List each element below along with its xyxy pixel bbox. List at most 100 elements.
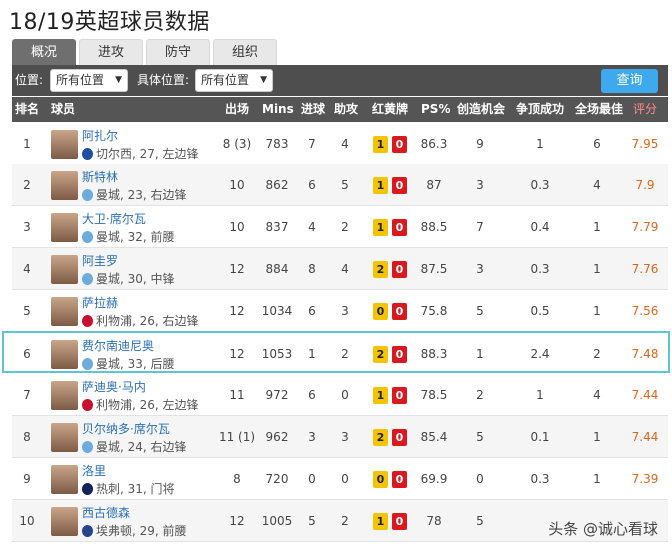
table-row[interactable]: 7 萨迪奥·马内 利物浦, 26, 左边锋 11 972 6 0 1 0 78.5 2 1 4 7.44 xyxy=(12,374,668,416)
player-name[interactable]: 洛里 xyxy=(82,462,106,479)
player-name[interactable]: 萨迪奥·马内 xyxy=(82,378,146,395)
goals-cell: 5 xyxy=(308,514,316,528)
table-row[interactable]: 4 阿圭罗 曼城, 30, 中锋 12 884 8 4 2 0 87.5 3 0.3 1 7.76 xyxy=(12,248,668,290)
detail-position-select[interactable]: 所有位置 ▼ xyxy=(195,69,273,92)
goals-cell: 1 xyxy=(308,347,316,361)
player-avatar[interactable] xyxy=(51,213,78,242)
motm-cell: 4 xyxy=(593,178,601,192)
motm-cell: 4 xyxy=(593,388,601,402)
club-crest-icon xyxy=(82,148,93,160)
rank-cell: 6 xyxy=(23,347,31,361)
table-row[interactable]: 8 贝尔纳多·席尔瓦 曼城, 24, 右边锋 11 (1) 962 3 3 2 0 85.4 5 0.… xyxy=(12,416,668,458)
header-mins[interactable]: Mins xyxy=(262,97,294,122)
header-aerials[interactable]: 争顶成功 xyxy=(516,97,564,122)
header-player[interactable]: 球员 xyxy=(51,97,75,122)
player-avatar[interactable] xyxy=(51,171,78,200)
assists-cell: 0 xyxy=(341,472,349,486)
chances-cell: 0 xyxy=(476,472,484,486)
player-name[interactable]: 西古德森 xyxy=(82,504,130,521)
player-avatar[interactable] xyxy=(51,255,78,284)
header-rating[interactable]: 评分 xyxy=(633,97,657,122)
player-avatar[interactable] xyxy=(51,423,78,452)
table-row[interactable]: 1 阿扎尔 切尔西, 27, 左边锋 8 (3) 783 7 4 1 0 86.3 9 1 6 7.95 xyxy=(12,123,668,165)
yellow-card-count: 2 xyxy=(373,261,388,278)
goals-cell: 6 xyxy=(308,178,316,192)
ps-cell: 86.3 xyxy=(420,137,448,151)
table-row[interactable]: 2 斯特林 曼城, 23, 右边锋 10 862 6 5 1 0 87 3 0.3 4 7.9 xyxy=(12,164,668,206)
ps-cell: 87.5 xyxy=(420,262,448,276)
aerials-cell: 0.1 xyxy=(530,430,550,444)
header-motm[interactable]: 全场最佳 xyxy=(575,97,623,122)
motm-cell: 1 xyxy=(593,220,601,234)
yellow-card-count: 1 xyxy=(373,177,388,194)
red-card-count: 0 xyxy=(392,136,407,153)
player-name[interactable]: 阿圭罗 xyxy=(82,252,118,269)
yellow-card-count: 0 xyxy=(373,471,388,488)
watermark: 头条 @诚心看球 xyxy=(548,520,658,538)
club-crest-icon xyxy=(82,315,93,327)
player-avatar[interactable] xyxy=(51,340,78,369)
rank-cell: 9 xyxy=(23,472,31,486)
apps-cell: 11 xyxy=(229,388,245,402)
yellow-card-count: 2 xyxy=(373,346,388,363)
header-ps[interactable]: PS% xyxy=(421,97,450,122)
club-crest-icon xyxy=(82,441,93,453)
club-crest-icon xyxy=(82,273,93,285)
rank-cell: 3 xyxy=(23,220,31,234)
rating-cell: 7.44 xyxy=(631,388,659,402)
filter-bar: 位置: 所有位置 ▼ 具体位置: 所有位置 ▼ 查询 xyxy=(12,65,668,96)
header-cards[interactable]: 红黄牌 xyxy=(372,97,408,122)
position-select-value: 所有位置 xyxy=(56,73,105,87)
tab-overview[interactable]: 概况 xyxy=(12,39,77,65)
position-select[interactable]: 所有位置 ▼ xyxy=(50,69,128,92)
table-header: 排名 球员 出场 Mins 进球 助攻 红黄牌 PS% 创造机会 争顶成功 全场… xyxy=(12,97,668,122)
header-assists[interactable]: 助攻 xyxy=(334,97,358,122)
rank-cell: 5 xyxy=(23,304,31,318)
ps-cell: 78.5 xyxy=(420,388,448,402)
header-rank[interactable]: 排名 xyxy=(15,97,39,122)
player-avatar[interactable] xyxy=(51,381,78,410)
assists-cell: 2 xyxy=(341,347,349,361)
player-name[interactable]: 费尔南迪尼奥 xyxy=(82,337,154,354)
header-chances[interactable]: 创造机会 xyxy=(457,97,505,122)
player-avatar[interactable] xyxy=(51,507,78,536)
player-name[interactable]: 萨拉赫 xyxy=(82,294,118,311)
table-row[interactable]: 6 费尔南迪尼奥 曼城, 33, 后腰 12 1053 1 2 2 0 88.3 1 2.4 2 7.48 xyxy=(2,331,670,373)
header-apps[interactable]: 出场 xyxy=(225,97,249,122)
query-button[interactable]: 查询 xyxy=(601,69,658,93)
chances-cell: 5 xyxy=(476,514,484,528)
motm-cell: 2 xyxy=(593,347,601,361)
mins-cell: 972 xyxy=(265,388,289,402)
chances-cell: 3 xyxy=(476,178,484,192)
player-info-text: 曼城, 24, 右边锋 xyxy=(96,440,187,454)
tab-defense[interactable]: 防守 xyxy=(146,39,211,65)
chances-cell: 1 xyxy=(476,347,484,361)
red-card-count: 0 xyxy=(392,261,407,278)
aerials-cell: 0.5 xyxy=(530,304,550,318)
player-name[interactable]: 斯特林 xyxy=(82,168,118,185)
header-goals[interactable]: 进球 xyxy=(301,97,325,122)
player-avatar[interactable] xyxy=(51,297,78,326)
club-crest-icon xyxy=(82,399,93,411)
assists-cell: 3 xyxy=(341,430,349,444)
player-avatar[interactable] xyxy=(51,465,78,494)
table-row[interactable]: 3 大卫·席尔瓦 曼城, 32, 前腰 10 837 4 2 1 0 88.5 7 0.4 1 7.79 xyxy=(12,206,668,248)
apps-cell: 8 xyxy=(233,472,241,486)
player-info: 曼城, 33, 后腰 xyxy=(82,355,175,372)
ps-cell: 69.9 xyxy=(420,472,448,486)
mins-cell: 783 xyxy=(265,137,289,151)
player-avatar[interactable] xyxy=(51,130,78,159)
motm-cell: 6 xyxy=(593,137,601,151)
tab-organize[interactable]: 组织 xyxy=(213,39,278,65)
ps-cell: 75.8 xyxy=(420,304,448,318)
apps-cell: 10 xyxy=(229,220,245,234)
table-row[interactable]: 5 萨拉赫 利物浦, 26, 右边锋 12 1034 6 3 0 0 75.8 5 0.5 1 7.56 xyxy=(12,290,668,332)
player-name[interactable]: 大卫·席尔瓦 xyxy=(82,210,146,227)
goals-cell: 7 xyxy=(308,137,316,151)
player-name[interactable]: 阿扎尔 xyxy=(82,127,118,144)
player-name[interactable]: 贝尔纳多·席尔瓦 xyxy=(82,420,170,437)
club-crest-icon xyxy=(82,231,93,243)
goals-cell: 8 xyxy=(308,262,316,276)
tab-attack[interactable]: 进攻 xyxy=(79,39,144,65)
table-row[interactable]: 9 洛里 热刺, 31, 门将 8 720 0 0 0 0 69.9 0 0.3 1 7.39 xyxy=(12,458,668,500)
